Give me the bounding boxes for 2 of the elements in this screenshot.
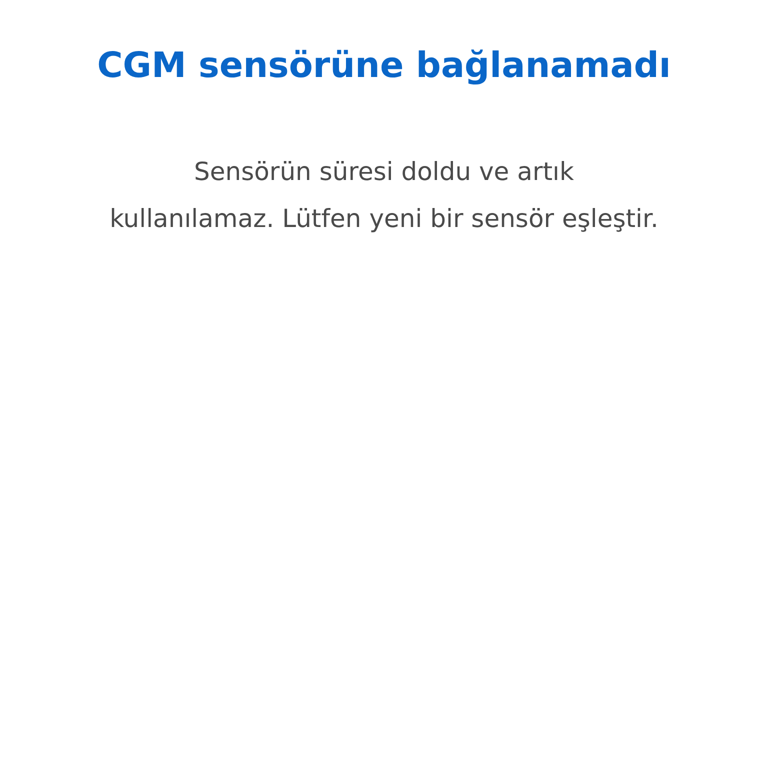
error-message: Sensörün süresi doldu ve artık kullanılamaz. Lütfen yeni bir sensör eşleştir. [110, 156, 658, 235]
error-title: CGM sensörüne bağlanamadı [97, 46, 671, 86]
